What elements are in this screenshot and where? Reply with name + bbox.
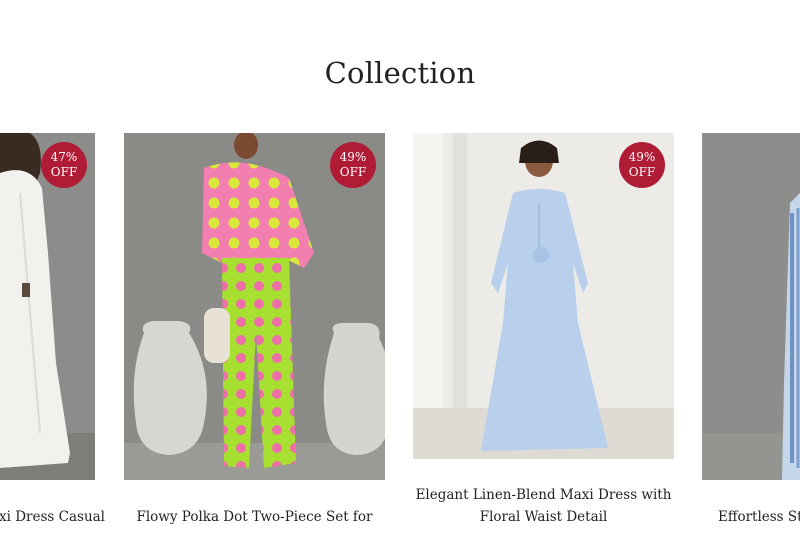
discount-badge: 49% OFF xyxy=(619,142,665,188)
product-image-blue-linen-dress[interactable]: 49% OFF xyxy=(413,133,674,459)
product-image-striped-dress[interactable] xyxy=(702,133,800,480)
discount-off-label: OFF xyxy=(628,165,656,179)
discount-off-label: OFF xyxy=(50,165,78,179)
section-title: Collection xyxy=(324,56,476,91)
product-name-line-2[interactable]: Floral Waist Detail xyxy=(413,506,674,529)
discount-off-label: OFF xyxy=(339,165,367,179)
discount-percent: 49% xyxy=(339,150,367,164)
discount-badge: 49% OFF xyxy=(330,142,376,188)
discount-percent: 47% xyxy=(50,150,78,164)
product-name[interactable]: Effortless Str xyxy=(718,506,800,529)
product-name[interactable]: xi Dress Casual xyxy=(0,506,105,529)
product-name-line-1[interactable]: Elegant Linen-Blend Maxi Dress with xyxy=(413,484,674,507)
product-name[interactable]: Flowy Polka Dot Two-Piece Set for xyxy=(124,506,385,529)
discount-percent: 49% xyxy=(628,150,656,164)
product-image-polka-dot-set[interactable]: 49% OFF xyxy=(124,133,385,480)
discount-badge: 47% OFF xyxy=(41,142,87,188)
product-image-white-dress[interactable]: 47% OFF xyxy=(0,133,95,480)
